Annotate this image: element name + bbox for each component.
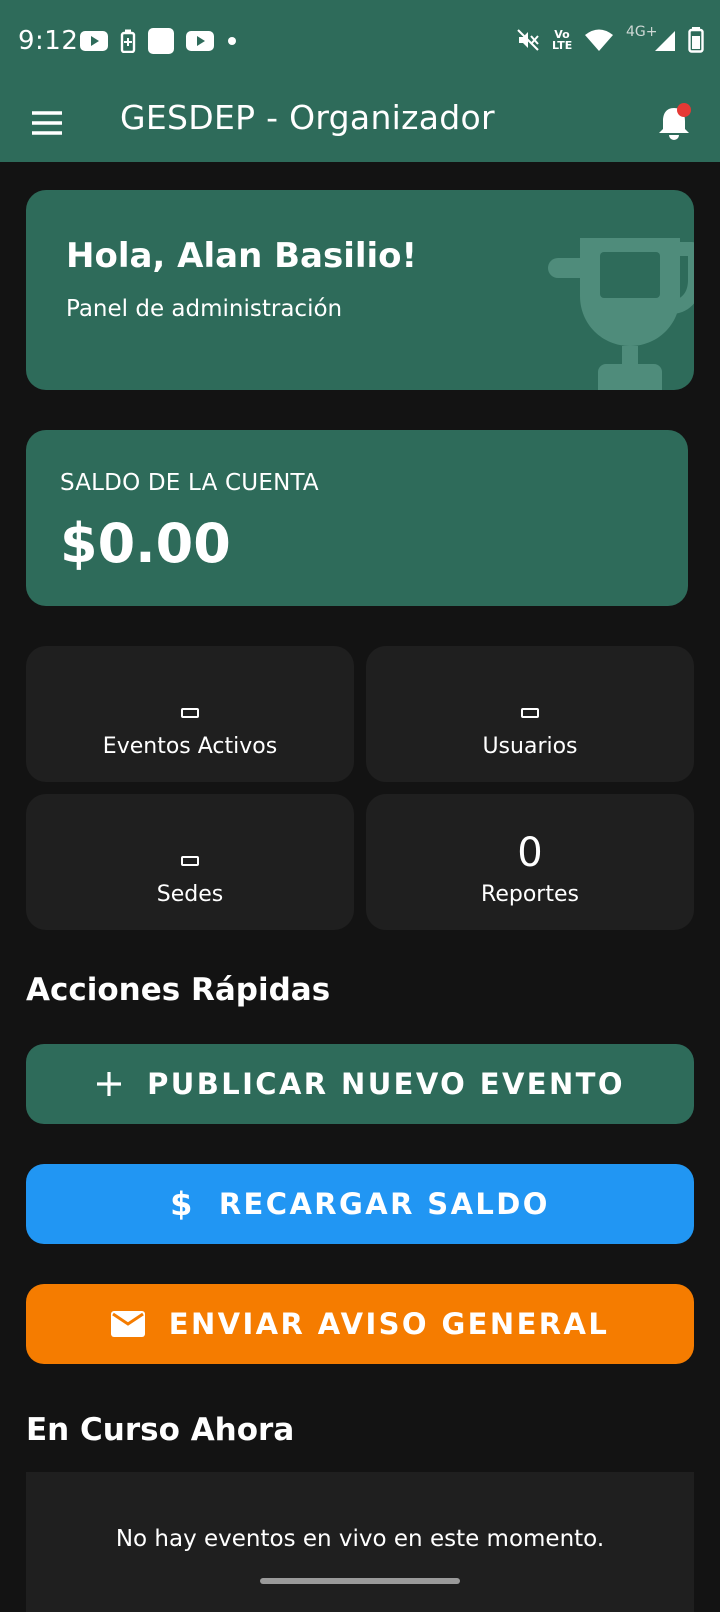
dollar-icon: $ [170,1185,195,1223]
stat-label: Eventos Activos [102,734,278,759]
stat-value [26,830,354,874]
stat-card-usuarios[interactable]: Usuarios [366,646,694,782]
empty-value-icon [521,708,539,718]
stat-card-eventos-activos[interactable]: Eventos Activos [26,646,354,782]
stat-value [26,682,354,726]
quick-actions-title: Acciones Rápidas [26,972,331,1008]
dot-icon [228,37,236,45]
plus-icon [97,1072,122,1096]
app-icon [148,28,174,54]
live-events-card: No hay eventos en vivo en este momento. [26,1472,694,1612]
bell-icon[interactable] [656,102,692,142]
recharge-balance-label: RECARGAR SALDO [218,1187,550,1221]
stat-label: Reportes [481,882,579,907]
menu-icon[interactable] [30,106,64,140]
signal-icon [655,31,675,51]
empty-value-icon [181,856,199,866]
publish-event-button[interactable]: PUBLICAR NUEVO EVENTO [26,1044,694,1124]
wifi-icon [585,29,613,51]
stat-card-reportes[interactable]: 0 Reportes [366,794,694,930]
welcome-subtitle: Panel de administración [66,296,343,322]
app-title: GESDEP - Organizador [120,98,495,137]
live-now-title: En Curso Ahora [26,1412,295,1448]
trophy-icon [548,238,694,390]
mute-icon [517,29,539,51]
battery-icon [688,27,704,53]
network-type-label: 4G+ [626,24,658,40]
home-indicator[interactable] [260,1578,460,1584]
empty-value-icon [181,708,199,718]
balance-card[interactable]: SALDO DE LA CUENTA $0.00 [26,430,688,606]
balance-label: SALDO DE LA CUENTA [60,470,319,496]
stat-label: Usuarios [482,734,578,759]
stat-card-sedes[interactable]: Sedes [26,794,354,930]
notification-badge [677,103,691,117]
youtube-icon-2 [186,31,214,51]
youtube-icon [80,31,108,51]
stat-value [366,682,694,726]
recharge-balance-button[interactable]: $ RECARGAR SALDO [26,1164,694,1244]
volte-icon: Vo LTE [552,28,573,52]
stat-label: Sedes [156,882,224,907]
publish-event-label: PUBLICAR NUEVO EVENTO [147,1067,625,1101]
send-notice-label: ENVIAR AVISO GENERAL [168,1307,610,1341]
stat-value: 0 [517,830,543,876]
notification-icons [80,28,238,54]
mobile-signal: 4G+ [626,24,676,54]
no-live-events-message: No hay eventos en vivo en este momento. [115,1526,605,1552]
send-notice-button[interactable]: ENVIAR AVISO GENERAL [26,1284,694,1364]
welcome-card: Hola, Alan Basilio! Panel de administrac… [26,190,694,390]
battery-saver-icon [120,29,136,53]
mail-icon [110,1311,145,1337]
welcome-title: Hola, Alan Basilio! [66,236,418,276]
app-bar: GESDEP - Organizador [0,84,720,162]
status-time: 9:12 [18,26,79,56]
system-icons: Vo LTE 4G+ [516,24,704,54]
status-bar: 9:12 Vo LTE 4G+ [0,0,720,84]
balance-value: $0.00 [60,512,231,575]
